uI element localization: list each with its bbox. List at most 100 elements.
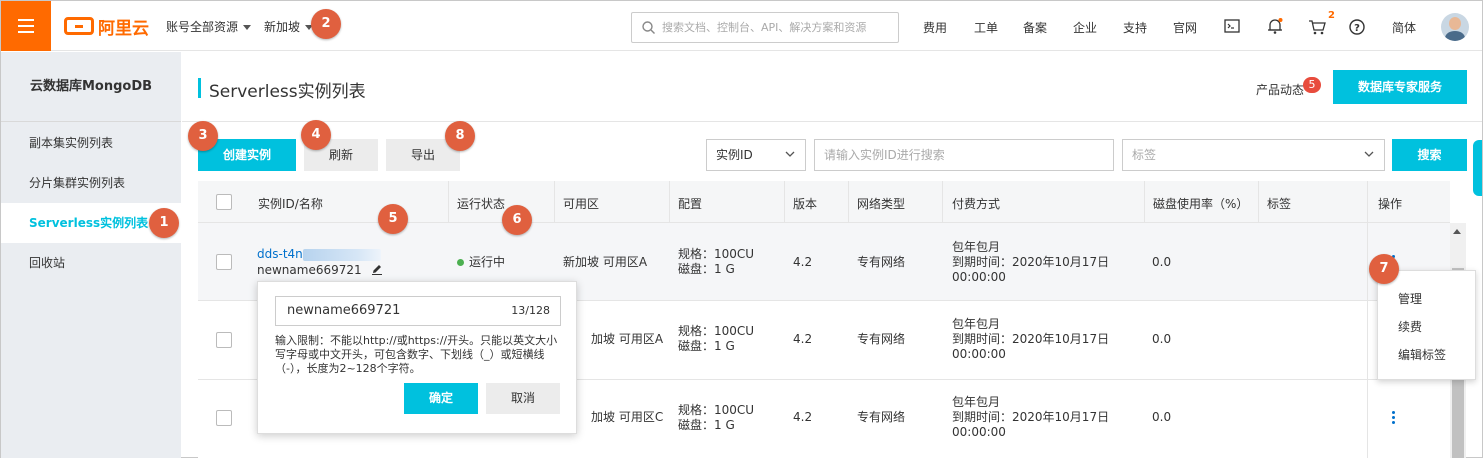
zone-cell: 加坡 可用区A — [591, 332, 664, 346]
language-switch[interactable]: 简体 — [1392, 19, 1416, 36]
menu-item-edit-tags[interactable]: 编辑标签 — [1398, 346, 1446, 363]
title-accent-bar — [198, 78, 201, 98]
menu-item-manage[interactable]: 管理 — [1398, 290, 1422, 307]
billing-cell: 包年包月 — [952, 317, 1001, 331]
cart-count-badge: 2 — [1328, 10, 1335, 21]
spec-cell: 规格：100CU — [678, 324, 755, 338]
confirm-button[interactable]: 确定 — [404, 383, 478, 414]
instance-name: newname669721 — [257, 263, 383, 278]
row-checkbox[interactable] — [216, 332, 232, 348]
news-count-badge: 5 — [1303, 77, 1321, 93]
chevron-down-icon — [1364, 151, 1374, 157]
disk-cell: 磁盘：1 G — [678, 262, 735, 276]
more-actions-icon[interactable] — [1392, 411, 1395, 426]
side-panel-toggle[interactable] — [1473, 140, 1482, 196]
aliyun-logo-mark-icon — [64, 17, 94, 35]
step-marker: 5 — [378, 204, 408, 234]
tag-filter-select[interactable]: 标签 — [1122, 139, 1385, 171]
expire-time-cell: 00:00:00 — [952, 270, 1006, 284]
column-header[interactable]: 配置 — [678, 195, 702, 212]
disk-cell: 磁盘：1 G — [678, 339, 735, 353]
step-marker: 4 — [301, 120, 331, 150]
edit-pencil-icon[interactable] — [371, 263, 383, 275]
sidebar-item-sharded-cluster[interactable]: 分片集群实例列表 — [1, 163, 181, 203]
aliyun-logo[interactable]: 阿里云 — [64, 14, 149, 39]
sidebar: 云数据库MongoDB 副本集实例列表 分片集群实例列表 Serverless实… — [1, 52, 181, 458]
expire-date-cell: 到期时间：2020年10月17日 — [952, 332, 1110, 346]
cancel-button[interactable]: 取消 — [486, 383, 560, 414]
nav-enterprise[interactable]: 企业 — [1073, 19, 1097, 36]
bell-icon[interactable] — [1267, 17, 1283, 35]
select-all-checkbox[interactable] — [216, 194, 232, 210]
spec-cell: 规格：100CU — [678, 247, 755, 261]
version-cell: 4.2 — [793, 410, 813, 424]
instance-id-link[interactable]: dds-t4n — [257, 247, 381, 262]
sidebar-item-recycle-bin[interactable]: 回收站 — [1, 243, 181, 283]
column-header[interactable]: 可用区 — [563, 195, 599, 212]
column-header[interactable]: 运行状态 — [457, 195, 505, 212]
terminal-icon[interactable] — [1224, 19, 1240, 33]
shopping-cart-icon[interactable] — [1308, 19, 1326, 35]
step-marker: 2 — [311, 9, 341, 39]
nav-support[interactable]: 支持 — [1123, 19, 1147, 36]
redacted-id — [302, 248, 381, 261]
network-cell: 专有网络 — [857, 410, 906, 424]
nav-billing[interactable]: 费用 — [923, 19, 947, 36]
actions-menu: 管理 续费 编辑标签 — [1377, 270, 1476, 380]
nav-icp[interactable]: 备案 — [1023, 19, 1047, 36]
expire-date-cell: 到期时间：2020年10月17日 — [952, 255, 1110, 269]
step-marker: 1 — [149, 208, 179, 238]
region-dropdown[interactable]: 新加坡 — [264, 18, 314, 35]
disk-usage-cell: 0.0 — [1152, 410, 1172, 424]
row-checkbox[interactable] — [216, 410, 232, 426]
help-icon[interactable]: ? — [1349, 19, 1365, 35]
step-marker: 6 — [502, 205, 532, 235]
scroll-up-arrow-icon[interactable] — [1453, 229, 1461, 234]
row-checkbox[interactable] — [216, 254, 232, 270]
filter-field-select[interactable]: 实例ID — [706, 139, 806, 171]
sidebar-item-replica-set[interactable]: 副本集实例列表 — [1, 123, 181, 163]
menu-item-renew[interactable]: 续费 — [1398, 318, 1422, 335]
search-button[interactable]: 搜索 — [1392, 139, 1467, 171]
nav-tickets[interactable]: 工单 — [974, 19, 998, 36]
column-header[interactable]: 网络类型 — [857, 195, 905, 212]
status-running: 运行中 — [457, 255, 505, 270]
expire-time-cell: 00:00:00 — [952, 347, 1006, 361]
expert-service-button[interactable]: 数据库专家服务 — [1333, 70, 1467, 104]
zone-cell: 加坡 可用区C — [591, 410, 664, 424]
hamburger-menu-icon[interactable] — [1, 1, 51, 51]
column-header[interactable]: 磁盘使用率（%） — [1153, 195, 1248, 212]
sidebar-title: 云数据库MongoDB — [1, 52, 181, 122]
instance-name-input[interactable]: newname669721 13/128 — [275, 296, 561, 326]
expire-date-cell: 到期时间：2020年10月17日 — [952, 410, 1110, 424]
avatar[interactable] — [1441, 13, 1469, 41]
column-header[interactable]: 版本 — [793, 195, 817, 212]
step-marker: 3 — [188, 121, 218, 151]
chevron-down-icon — [785, 151, 795, 157]
billing-cell: 包年包月 — [952, 240, 1001, 254]
column-header[interactable]: 付费方式 — [952, 195, 1000, 212]
instance-id-search-input[interactable]: 请输入实例ID进行搜索 — [814, 139, 1114, 171]
input-hint: 输入限制：不能以http://或https://开头。只能以英文大小写字母或中文… — [275, 334, 558, 375]
zone-cell: 新加坡 可用区A — [563, 255, 648, 269]
caret-down-icon — [243, 25, 252, 30]
global-search-input[interactable]: 搜索文档、控制台、API、解决方案和资源 — [631, 12, 899, 43]
network-cell: 专有网络 — [857, 332, 906, 346]
product-news-link[interactable]: 产品动态 — [1256, 81, 1304, 98]
version-cell: 4.2 — [793, 255, 813, 269]
column-header[interactable]: 标签 — [1267, 195, 1291, 212]
char-counter: 13/128 — [511, 304, 550, 317]
account-scope-dropdown[interactable]: 账号全部资源 — [166, 18, 252, 35]
rename-popover: newname669721 13/128 输入限制：不能以http://或htt… — [257, 281, 577, 434]
step-marker: 8 — [445, 121, 475, 151]
disk-usage-cell: 0.0 — [1152, 332, 1172, 346]
disk-cell: 磁盘：1 G — [678, 418, 735, 432]
network-cell: 专有网络 — [857, 255, 906, 269]
nav-official-site[interactable]: 官网 — [1173, 19, 1197, 36]
column-header[interactable]: 实例ID/名称 — [258, 195, 323, 212]
expire-time-cell: 00:00:00 — [952, 425, 1006, 439]
disk-usage-cell: 0.0 — [1152, 255, 1172, 269]
page-title: Serverless实例列表 — [209, 82, 366, 102]
step-marker: 7 — [1369, 254, 1399, 284]
billing-cell: 包年包月 — [952, 395, 1001, 409]
